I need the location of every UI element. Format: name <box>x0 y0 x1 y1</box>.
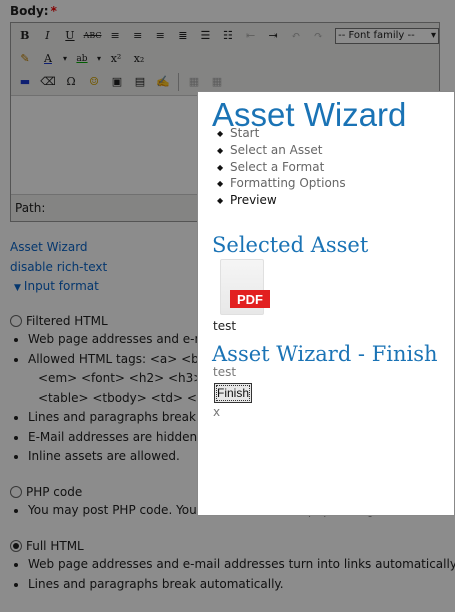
close-link[interactable]: x <box>213 405 220 419</box>
asset-caption: test <box>213 319 237 333</box>
wizard-step-current: Preview <box>217 192 346 210</box>
wizard-step: Select a Format <box>217 159 346 177</box>
wizard-step: Formatting Options <box>217 175 346 193</box>
asset-wizard-modal: Asset Wizard Start Select an Asset Selec… <box>197 91 455 516</box>
wizard-step: Select an Asset <box>217 142 346 160</box>
pdf-badge: PDF <box>230 290 270 308</box>
selected-asset-heading: Selected Asset <box>212 233 369 257</box>
finish-heading: Asset Wizard - Finish <box>212 342 438 366</box>
wizard-step: Start <box>217 125 346 143</box>
pdf-file-icon[interactable]: PDF <box>220 259 270 315</box>
finish-button[interactable]: Finish <box>214 383 253 403</box>
finish-caption: test <box>213 365 237 379</box>
wizard-steps: Start Select an Asset Select a Format Fo… <box>217 125 346 210</box>
